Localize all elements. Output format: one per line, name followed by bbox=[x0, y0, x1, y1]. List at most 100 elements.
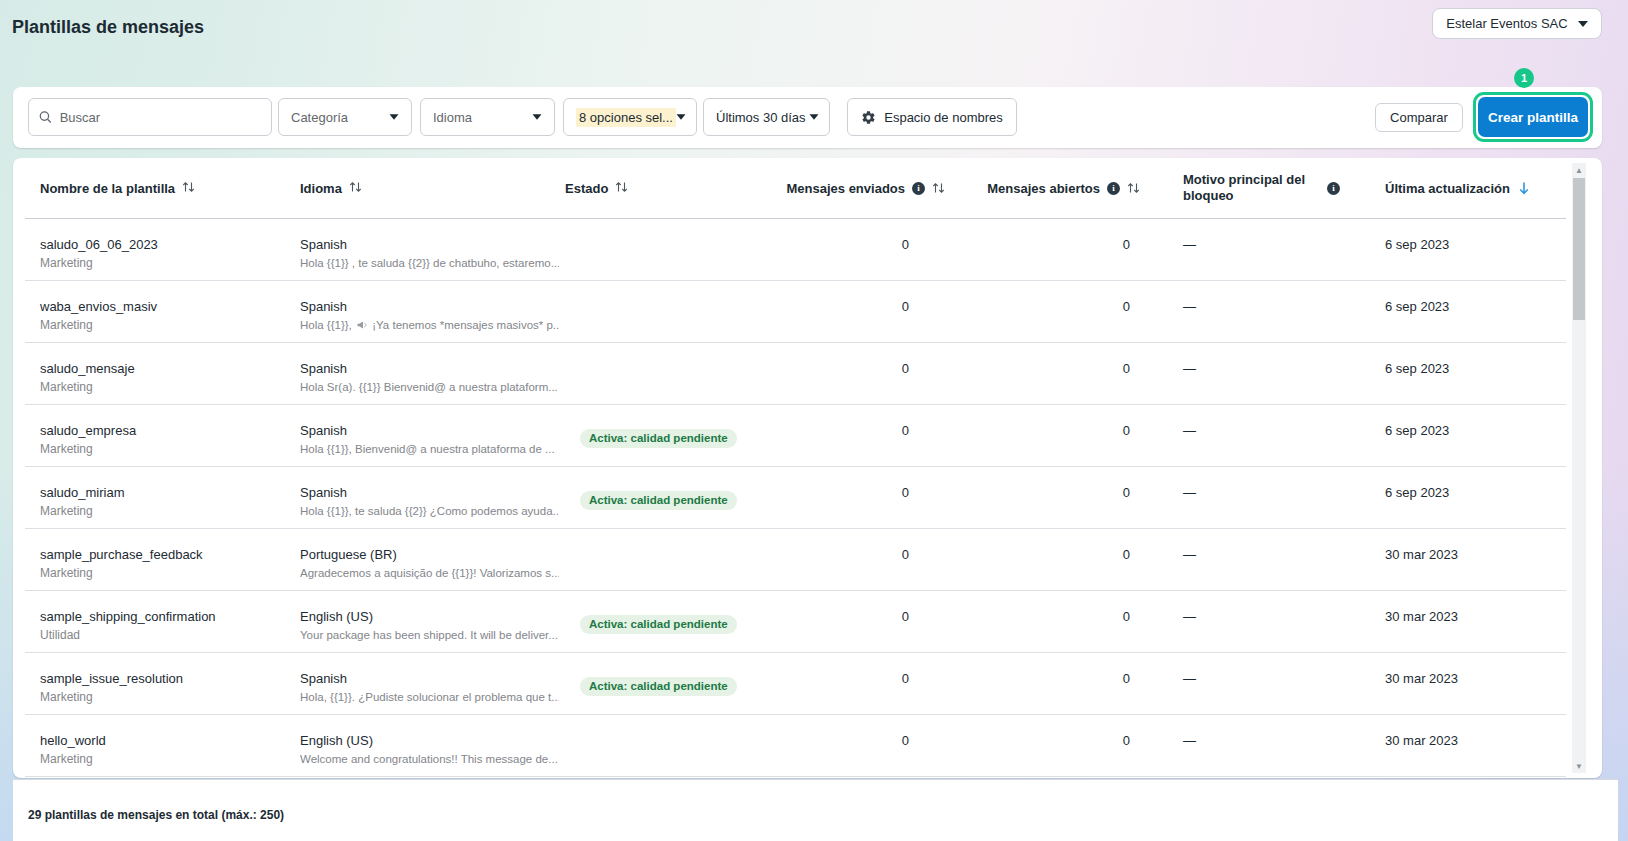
scrollbar-thumb[interactable] bbox=[1573, 178, 1585, 320]
template-preview: Hola, {{1}}. ¿Pudiste solucionar el prob… bbox=[300, 690, 559, 704]
scrollbar[interactable]: ▲ ▼ bbox=[1572, 163, 1586, 773]
table-row[interactable]: sample_issue_resolution Marketing Spanis… bbox=[25, 653, 1566, 715]
templates-count: 29 plantillas de mensajes en total (máx.… bbox=[28, 808, 284, 822]
template-category: Marketing bbox=[40, 690, 300, 704]
template-language: Spanish bbox=[300, 423, 559, 438]
sort-icon[interactable] bbox=[932, 182, 945, 194]
sort-icon[interactable] bbox=[615, 181, 628, 193]
template-preview: Agradecemos a aquisição de {{1}}! Valori… bbox=[300, 566, 559, 580]
table-row[interactable]: saludo_miriam Marketing Spanish Hola {{1… bbox=[25, 467, 1566, 529]
table-row[interactable]: waba_envios_masiv Marketing Spanish Hola… bbox=[25, 281, 1566, 343]
last-updated: 6 sep 2023 bbox=[1342, 281, 1566, 342]
messages-opened: 0 bbox=[945, 653, 1140, 714]
search-input[interactable] bbox=[60, 110, 261, 125]
block-reason: — bbox=[1140, 715, 1342, 776]
sort-desc-icon[interactable] bbox=[1518, 181, 1530, 195]
table-body: saludo_06_06_2023 Marketing Spanish Hola… bbox=[25, 219, 1566, 777]
info-icon[interactable]: i bbox=[912, 182, 925, 195]
column-header-idioma[interactable]: Idioma bbox=[300, 181, 565, 196]
template-preview: Hola Sr(a). {{1}} Bienvenid@ a nuestra p… bbox=[300, 380, 559, 394]
megaphone-icon bbox=[356, 319, 368, 331]
template-name: saludo_miriam bbox=[40, 485, 300, 500]
step-1-badge: 1 bbox=[1514, 68, 1534, 88]
page-title: Plantillas de mensajes bbox=[12, 17, 204, 38]
chevron-down-icon bbox=[533, 114, 542, 119]
column-header-actualizacion[interactable]: Última actualización bbox=[1342, 181, 1566, 196]
template-name: saludo_06_06_2023 bbox=[40, 237, 300, 252]
messages-opened: 0 bbox=[945, 467, 1140, 528]
table-row[interactable]: sample_purchase_feedback Marketing Portu… bbox=[25, 529, 1566, 591]
account-selector[interactable]: Estelar Eventos SAC bbox=[1432, 8, 1602, 39]
filter-idioma[interactable]: Idioma bbox=[420, 98, 555, 136]
block-reason: — bbox=[1140, 467, 1342, 528]
block-reason: — bbox=[1140, 405, 1342, 466]
scrollbar-down-arrow[interactable]: ▼ bbox=[1572, 759, 1586, 773]
template-preview: Welcome and congratulations!! This messa… bbox=[300, 752, 559, 766]
template-preview: Hola {{1}} , te saluda {{2}} de chatbuho… bbox=[300, 256, 559, 270]
account-selector-label: Estelar Eventos SAC bbox=[1446, 16, 1567, 31]
template-preview: Hola {{1}}, Bienvenid@ a nuestra platafo… bbox=[300, 442, 559, 456]
template-category: Marketing bbox=[40, 752, 300, 766]
template-language: Spanish bbox=[300, 485, 559, 500]
template-language: Portuguese (BR) bbox=[300, 547, 559, 562]
messages-sent: 0 bbox=[752, 219, 945, 280]
sort-icon[interactable] bbox=[182, 181, 195, 193]
block-reason: — bbox=[1140, 653, 1342, 714]
namespace-button[interactable]: Espacio de nombres bbox=[847, 98, 1017, 136]
template-category: Marketing bbox=[40, 566, 300, 580]
chevron-down-icon bbox=[677, 114, 686, 119]
last-updated: 30 mar 2023 bbox=[1342, 529, 1566, 590]
template-language: Spanish bbox=[300, 299, 559, 314]
messages-opened: 0 bbox=[945, 715, 1140, 776]
status-badge: Activa: calidad pendiente bbox=[580, 677, 737, 696]
messages-sent: 0 bbox=[752, 405, 945, 466]
template-category: Marketing bbox=[40, 380, 300, 394]
sort-icon[interactable] bbox=[349, 181, 362, 193]
column-header-nombre[interactable]: Nombre de la plantilla bbox=[25, 181, 300, 196]
table-row[interactable]: saludo_06_06_2023 Marketing Spanish Hola… bbox=[25, 219, 1566, 281]
info-icon[interactable]: i bbox=[1107, 182, 1120, 195]
compare-button[interactable]: Comparar bbox=[1375, 103, 1463, 132]
column-header-enviados[interactable]: Mensajes enviadosi bbox=[752, 181, 945, 196]
last-updated: 30 mar 2023 bbox=[1342, 653, 1566, 714]
template-language: Spanish bbox=[300, 671, 559, 686]
last-updated: 30 mar 2023 bbox=[1342, 715, 1566, 776]
last-updated: 6 sep 2023 bbox=[1342, 405, 1566, 466]
search-box bbox=[28, 98, 272, 136]
block-reason: — bbox=[1140, 219, 1342, 280]
filter-estado[interactable]: 8 opciones sel... bbox=[563, 98, 697, 136]
sort-icon[interactable] bbox=[1127, 182, 1140, 194]
chevron-down-icon bbox=[810, 114, 819, 119]
footer: 29 plantillas de mensajes en total (máx.… bbox=[13, 779, 1618, 841]
template-name: saludo_mensaje bbox=[40, 361, 300, 376]
create-template-button[interactable]: Crear plantilla bbox=[1478, 97, 1588, 137]
column-header-motivo[interactable]: Motivo principal del bloqueoi bbox=[1140, 172, 1342, 204]
messages-sent: 0 bbox=[752, 343, 945, 404]
template-category: Utilidad bbox=[40, 628, 300, 642]
block-reason: — bbox=[1140, 591, 1342, 652]
filter-fecha[interactable]: Últimos 30 días bbox=[703, 98, 830, 136]
scrollbar-up-arrow[interactable]: ▲ bbox=[1572, 163, 1586, 177]
template-name: sample_shipping_confirmation bbox=[40, 609, 300, 624]
create-button-highlight-ring: Crear plantilla bbox=[1473, 92, 1593, 142]
messages-opened: 0 bbox=[945, 281, 1140, 342]
info-icon[interactable]: i bbox=[1327, 182, 1340, 195]
template-name: hello_world bbox=[40, 733, 300, 748]
block-reason: — bbox=[1140, 529, 1342, 590]
column-header-abiertos[interactable]: Mensajes abiertosi bbox=[945, 181, 1140, 196]
template-name: waba_envios_masiv bbox=[40, 299, 300, 314]
template-language: English (US) bbox=[300, 609, 559, 624]
last-updated: 6 sep 2023 bbox=[1342, 467, 1566, 528]
templates-table: Nombre de la plantilla Idioma Estado Men… bbox=[13, 158, 1602, 778]
column-header-estado[interactable]: Estado bbox=[565, 181, 752, 196]
template-preview: Hola {{1}}, ¡Ya tenemos *mensajes masivo… bbox=[300, 318, 559, 332]
messages-sent: 0 bbox=[752, 467, 945, 528]
template-preview: Hola {{1}}, te saluda {{2}} ¿Como podemo… bbox=[300, 504, 559, 518]
table-row[interactable]: saludo_empresa Marketing Spanish Hola {{… bbox=[25, 405, 1566, 467]
messages-opened: 0 bbox=[945, 529, 1140, 590]
status-badge: Activa: calidad pendiente bbox=[580, 429, 737, 448]
filter-categoria[interactable]: Categoría bbox=[278, 98, 412, 136]
table-row[interactable]: hello_world Marketing English (US) Welco… bbox=[25, 715, 1566, 777]
table-row[interactable]: sample_shipping_confirmation Utilidad En… bbox=[25, 591, 1566, 653]
table-row[interactable]: saludo_mensaje Marketing Spanish Hola Sr… bbox=[25, 343, 1566, 405]
